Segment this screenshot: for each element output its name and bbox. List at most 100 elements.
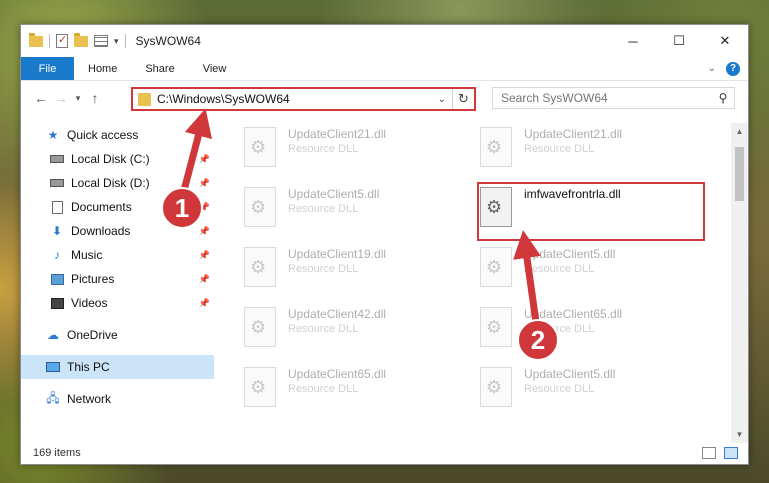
list-item[interactable]: UpdateClient21.dll Resource DLL: [480, 123, 680, 175]
file-list: UpdateClient21.dll Resource DLL UpdateCli…: [234, 123, 728, 443]
file-type: Resource DLL: [288, 383, 359, 395]
list-item[interactable]: UpdateClient21.dll Resource DLL: [244, 123, 444, 175]
item-count: 169 items: [33, 447, 81, 459]
cloud-icon: ☁: [47, 328, 59, 342]
recent-locations-button[interactable]: ▾: [71, 93, 85, 104]
pin-icon[interactable]: 📌: [199, 274, 210, 285]
close-button[interactable]: ✕: [702, 25, 748, 57]
tab-share[interactable]: Share: [131, 57, 188, 80]
scroll-thumb[interactable]: [735, 147, 744, 201]
file-type: Resource DLL: [524, 143, 595, 155]
folder-icon[interactable]: [29, 32, 43, 47]
up-button[interactable]: ↑: [85, 90, 105, 106]
file-name: UpdateClient21.dll: [524, 127, 623, 141]
sidebar-item-label: Pictures: [71, 272, 115, 286]
pin-icon[interactable]: 📌: [199, 202, 210, 213]
navigation-pane: ★ Quick access Local Disk (C:) 📌 Local D…: [21, 123, 214, 443]
large-icons-view-icon[interactable]: [724, 447, 738, 459]
status-bar: 169 items: [21, 442, 748, 464]
list-item[interactable]: UpdateClient65.dll Resource DLL: [244, 363, 444, 415]
documents-icon: [49, 200, 65, 214]
file-name: UpdateClient65.dll: [288, 367, 387, 381]
file-name: UpdateClient5.dll: [524, 247, 616, 261]
sidebar-item-label: Local Disk (D:): [71, 176, 150, 190]
pin-icon[interactable]: 📌: [199, 298, 210, 309]
file-type: Resource DLL: [524, 323, 595, 335]
chevron-down-icon[interactable]: ⌄: [708, 63, 716, 74]
search-box[interactable]: ⚲: [492, 87, 735, 109]
dll-file-icon: [244, 127, 276, 167]
pin-icon[interactable]: 📌: [199, 178, 210, 189]
list-item[interactable]: UpdateClient65.dll Resource DLL: [480, 303, 680, 355]
sidebar-item-label: Network: [67, 392, 112, 406]
file-name: UpdateClient21.dll: [288, 127, 387, 141]
sidebar-item-onedrive[interactable]: ☁ OneDrive: [21, 323, 214, 347]
sidebar-item-label: Videos: [71, 296, 108, 310]
details-view-icon[interactable]: [702, 447, 716, 459]
music-icon: ♪: [54, 248, 60, 262]
minimize-button[interactable]: ─: [610, 25, 656, 57]
scroll-down-icon[interactable]: ▼: [731, 426, 748, 443]
tab-file[interactable]: File: [21, 57, 74, 80]
vertical-scrollbar[interactable]: ▲ ▼: [731, 123, 748, 443]
pin-icon[interactable]: 📌: [199, 154, 210, 165]
window-controls: ─ ☐ ✕: [610, 25, 748, 57]
file-name: UpdateClient5.dll: [524, 367, 616, 381]
new-folder-icon[interactable]: [74, 32, 88, 47]
disk-icon: [49, 152, 65, 166]
sidebar-item-local-disk-d[interactable]: Local Disk (D:) 📌: [21, 171, 214, 195]
address-path[interactable]: C:\Windows\SysWOW64: [157, 92, 290, 106]
list-item[interactable]: UpdateClient42.dll Resource DLL: [244, 303, 444, 355]
ribbon-right: ⌄ ?: [708, 57, 748, 80]
downloads-icon: ⬇: [51, 224, 63, 238]
chevron-down-icon[interactable]: ⌄: [438, 94, 452, 105]
star-icon: ★: [47, 128, 59, 142]
pin-icon[interactable]: 📌: [199, 226, 210, 237]
pictures-icon: [49, 272, 65, 286]
list-item[interactable]: UpdateClient19.dll Resource DLL: [244, 243, 444, 295]
refresh-button[interactable]: ↻: [452, 89, 474, 109]
file-name: UpdateClient5.dll: [288, 187, 380, 201]
file-type: Resource DLL: [288, 203, 359, 215]
dll-file-icon: [244, 307, 276, 347]
dll-file-icon: [244, 187, 276, 227]
sidebar-item-quick-access[interactable]: ★ Quick access: [21, 123, 214, 147]
maximize-button[interactable]: ☐: [656, 25, 702, 57]
list-item[interactable]: UpdateClient5.dll Resource DLL: [480, 243, 680, 295]
sidebar-item-downloads[interactable]: ⬇ Downloads 📌: [21, 219, 214, 243]
sidebar-item-label: Quick access: [67, 128, 139, 142]
dll-file-icon: [244, 367, 276, 407]
forward-button[interactable]: →: [51, 90, 71, 106]
divider: [124, 34, 126, 48]
network-icon: 🖧: [46, 390, 60, 405]
sidebar-item-videos[interactable]: Videos 📌: [21, 291, 214, 315]
folder-icon: [138, 92, 151, 106]
chevron-down-icon[interactable]: ▾: [114, 36, 119, 47]
sidebar-item-pictures[interactable]: Pictures 📌: [21, 267, 214, 291]
sidebar-item-documents[interactable]: Documents 📌: [21, 195, 214, 219]
sidebar-item-label: Documents: [71, 200, 132, 214]
sidebar-item-local-disk-c[interactable]: Local Disk (C:) 📌: [21, 147, 214, 171]
tab-view[interactable]: View: [189, 57, 241, 80]
search-input[interactable]: [501, 91, 712, 105]
sidebar-item-this-pc[interactable]: This PC: [21, 355, 214, 379]
address-bar[interactable]: C:\Windows\SysWOW64 ⌄ ↻: [131, 87, 476, 111]
back-button[interactable]: ←: [31, 90, 51, 106]
file-name: UpdateClient42.dll: [288, 307, 387, 321]
sidebar-item-network[interactable]: 🖧 Network: [21, 387, 214, 411]
file-type: Resource DLL: [524, 383, 595, 395]
tab-home[interactable]: Home: [74, 57, 131, 80]
title-bar: ▾ SysWOW64 ─ ☐ ✕: [21, 25, 748, 57]
window-title: SysWOW64: [135, 34, 201, 48]
list-item[interactable]: UpdateClient5.dll Resource DLL: [480, 363, 680, 415]
scroll-up-icon[interactable]: ▲: [731, 123, 748, 140]
customize-icon[interactable]: [94, 35, 108, 47]
pc-icon: [45, 360, 61, 374]
properties-icon[interactable]: [56, 33, 68, 48]
sidebar-item-music[interactable]: ♪ Music 📌: [21, 243, 214, 267]
dll-file-icon: [480, 307, 512, 347]
search-icon[interactable]: ⚲: [712, 91, 734, 105]
list-item[interactable]: UpdateClient5.dll Resource DLL: [244, 183, 444, 235]
pin-icon[interactable]: 📌: [199, 250, 210, 261]
help-icon[interactable]: ?: [726, 61, 740, 76]
